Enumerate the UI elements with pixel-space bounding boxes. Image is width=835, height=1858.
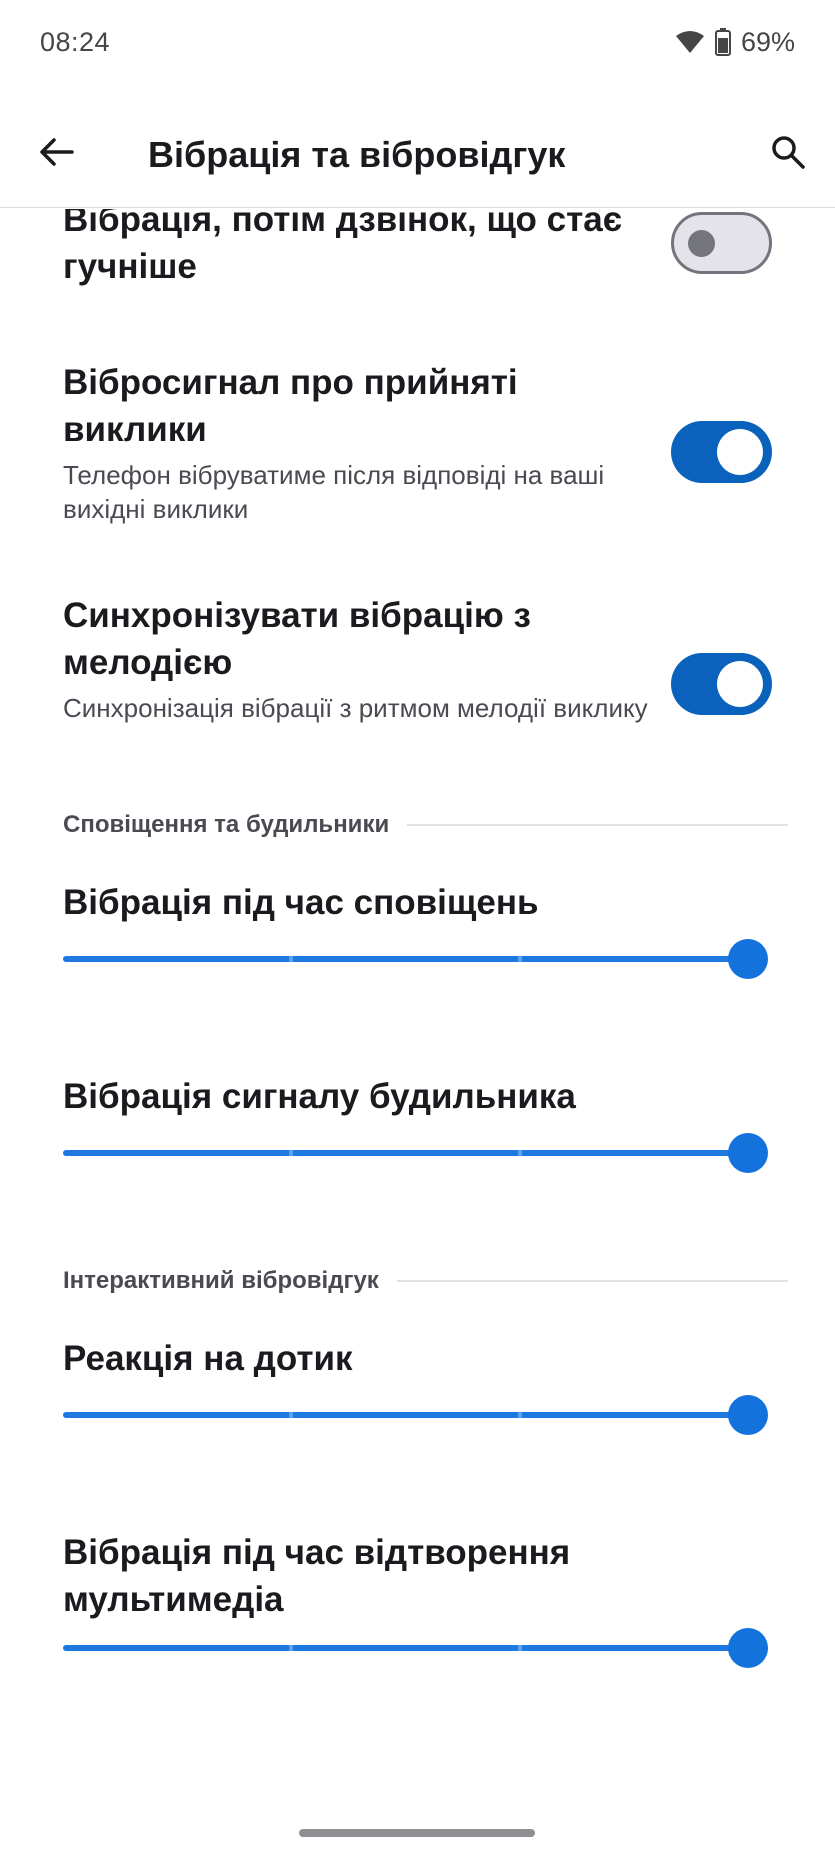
slider-alarm-vibration[interactable] bbox=[63, 1131, 768, 1175]
switch-knob bbox=[688, 230, 715, 257]
slider-notification-vibration[interactable] bbox=[63, 937, 768, 981]
status-bar: 08:24 69% bbox=[0, 0, 835, 84]
slider-thumb[interactable] bbox=[728, 1395, 768, 1435]
slider-tick bbox=[518, 1150, 522, 1156]
pref-touch-feedback: Реакція на дотик bbox=[0, 1335, 835, 1495]
slider-tick bbox=[289, 1150, 293, 1156]
slider-touch-feedback[interactable] bbox=[63, 1393, 768, 1437]
back-button[interactable] bbox=[30, 128, 82, 180]
search-button[interactable] bbox=[762, 128, 814, 180]
slider-thumb[interactable] bbox=[728, 939, 768, 979]
slider-tick bbox=[289, 956, 293, 962]
switch-knob bbox=[717, 661, 763, 707]
slider-tick bbox=[289, 1645, 293, 1651]
section-label: Сповіщення та будильники bbox=[63, 811, 390, 838]
slider-title: Реакція на дотик bbox=[63, 1339, 353, 1378]
switch-vibrate-on-answer[interactable] bbox=[671, 421, 772, 483]
slider-track bbox=[63, 956, 750, 962]
section-divider bbox=[396, 1280, 788, 1282]
pref-alarm-vibration: Вібрація сигналу будильника bbox=[0, 1073, 835, 1233]
pref-title: Вібрація, потім дзвінок, що стає гучніше bbox=[63, 209, 623, 286]
slider-title: Вібрація під час відтворення мультимедіа bbox=[63, 1533, 571, 1619]
settings-list[interactable]: Вібрація, потім дзвінок, що стає гучніше… bbox=[0, 209, 835, 1829]
pref-vibrate-then-ring[interactable]: Вібрація, потім дзвінок, що стає гучніше bbox=[0, 209, 835, 289]
slider-media-vibration[interactable] bbox=[63, 1626, 768, 1670]
slider-tick bbox=[518, 1645, 522, 1651]
slider-track bbox=[63, 1645, 750, 1651]
slider-track bbox=[63, 1150, 750, 1156]
slider-thumb[interactable] bbox=[728, 1133, 768, 1173]
vibration-haptics-screen: 08:24 69% Вібрація та вібровідгук Вібрац… bbox=[0, 0, 835, 1858]
slider-title: Вібрація сигналу будильника bbox=[63, 1077, 576, 1116]
slider-tick bbox=[518, 1412, 522, 1418]
pref-vibrate-on-answer[interactable]: Вібросигнал про прийняті виклики Телефон… bbox=[0, 359, 835, 549]
page-title: Вібрація та вібровідгук bbox=[148, 134, 566, 175]
arrow-left-icon bbox=[38, 137, 74, 172]
slider-thumb[interactable] bbox=[728, 1628, 768, 1668]
pref-sync-vibration[interactable]: Синхронізувати вібрацію з мелодією Синхр… bbox=[0, 592, 835, 782]
battery-icon bbox=[714, 28, 731, 56]
switch-knob bbox=[717, 429, 763, 475]
switch-sync-vibration[interactable] bbox=[671, 653, 772, 715]
battery-percent: 69% bbox=[740, 26, 795, 57]
pref-title: Вібросигнал про прийняті виклики bbox=[63, 363, 518, 449]
slider-title: Вібрація під час сповіщень bbox=[63, 883, 539, 922]
slider-tick bbox=[289, 1412, 293, 1418]
status-icons: 69% bbox=[675, 27, 795, 58]
pref-summary: Телефон вібруватиме після відповіді на в… bbox=[63, 460, 605, 524]
slider-tick bbox=[518, 956, 522, 962]
slider-track bbox=[63, 1412, 750, 1418]
section-notifications-alarms: Сповіщення та будильники bbox=[63, 810, 788, 840]
app-bar: Вібрація та вібровідгук bbox=[0, 100, 835, 208]
section-label: Інтерактивний вібровідгук bbox=[63, 1267, 379, 1294]
wifi-icon bbox=[675, 30, 705, 54]
gesture-nav-bar[interactable] bbox=[299, 1829, 535, 1837]
pref-media-vibration: Вібрація під час відтворення мультимедіа bbox=[0, 1529, 835, 1729]
pref-summary: Синхронізація вібрації з ритмом мелодії … bbox=[63, 693, 648, 723]
pref-notification-vibration: Вібрація під час сповіщень bbox=[0, 879, 835, 1039]
switch-vibrate-then-ring[interactable] bbox=[671, 212, 772, 274]
section-interactive-haptics: Інтерактивний вібровідгук bbox=[63, 1266, 788, 1296]
status-time: 08:24 bbox=[40, 26, 111, 57]
section-divider bbox=[407, 824, 788, 826]
pref-title: Синхронізувати вібрацію з мелодією bbox=[63, 596, 531, 682]
search-icon bbox=[771, 135, 805, 174]
